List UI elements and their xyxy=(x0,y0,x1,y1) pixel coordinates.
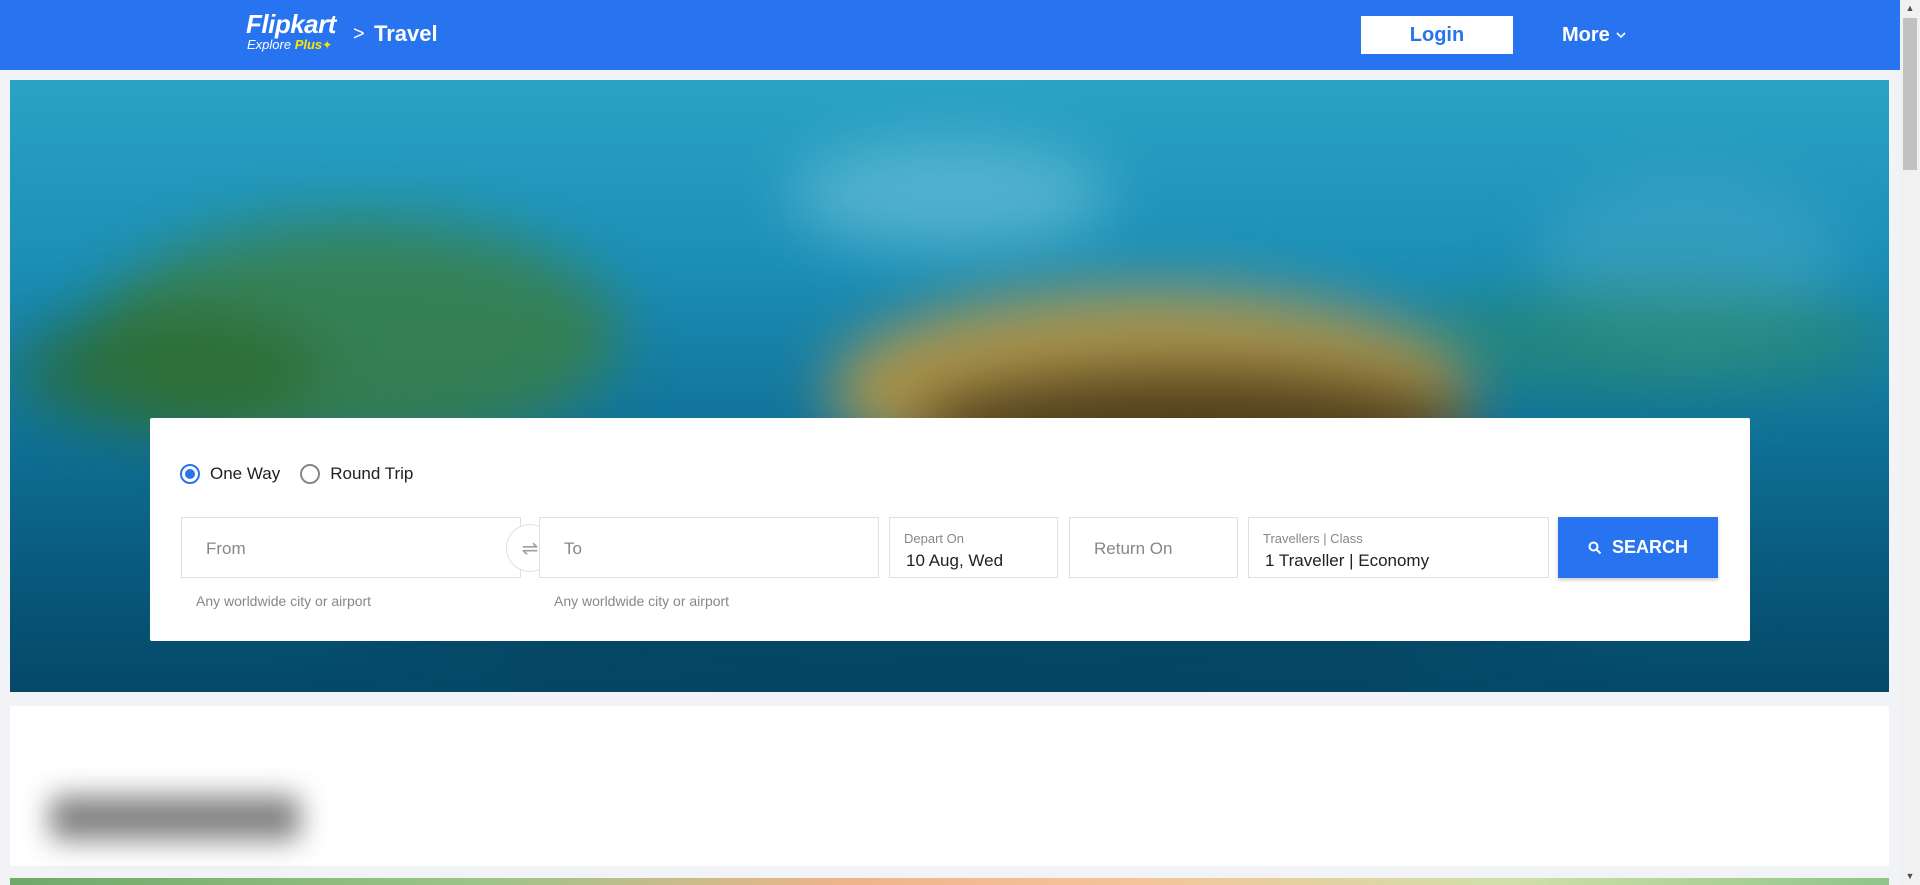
offers-heading-blur xyxy=(50,796,300,840)
travellers-value: 1 Traveller | Economy xyxy=(1265,551,1430,570)
round-trip-radio[interactable] xyxy=(300,464,321,484)
flipkart-logo[interactable]: Flipkart Explore Plus✦ xyxy=(246,10,346,56)
chevron-down-icon xyxy=(1616,31,1626,38)
scroll-down-arrow-icon[interactable]: ▼ xyxy=(1900,868,1920,885)
flight-search-card: One Way Round Trip From ⇌ To Depart On 1… xyxy=(150,418,1750,641)
more-menu[interactable]: More xyxy=(1562,22,1626,48)
search-icon xyxy=(1588,541,1602,554)
to-field[interactable]: To xyxy=(539,517,879,578)
logo-text: Flipkart xyxy=(246,9,336,39)
search-button-label: SEARCH xyxy=(1611,537,1688,557)
round-trip-option[interactable]: Round Trip xyxy=(300,464,413,484)
hero-blur-shore xyxy=(1410,290,1889,390)
to-hint: Any worldwide city or airport xyxy=(554,593,730,609)
plus-star-icon: ✦ xyxy=(322,38,333,52)
from-placeholder: From xyxy=(206,539,246,558)
one-way-option[interactable]: One Way xyxy=(180,464,280,484)
breadcrumb-travel[interactable]: Travel xyxy=(374,21,438,47)
search-button[interactable]: SEARCH xyxy=(1558,517,1718,578)
scroll-up-arrow-icon[interactable]: ▲ xyxy=(1900,0,1920,17)
top-header: Flipkart Explore Plus✦ > Travel Login Mo… xyxy=(0,0,1900,70)
trip-type-selector: One Way Round Trip xyxy=(180,464,413,484)
return-placeholder: Return On xyxy=(1094,539,1173,558)
travellers-label: Travellers | Class xyxy=(1263,531,1363,546)
next-section-banner-edge xyxy=(10,878,1889,885)
travellers-class-field[interactable]: Travellers | Class 1 Traveller | Economy xyxy=(1248,517,1549,578)
round-trip-label: Round Trip xyxy=(330,464,414,483)
hero-blur-sky xyxy=(790,140,1110,250)
offers-section xyxy=(10,706,1889,866)
one-way-radio[interactable] xyxy=(180,464,200,484)
logo-sub-plus: Plus xyxy=(294,37,323,52)
hero-blur-trees xyxy=(20,310,320,430)
logo-sub-explore: Explore xyxy=(247,37,292,52)
page-scrollbar[interactable]: ▲ ▼ xyxy=(1900,0,1920,885)
from-hint: Any worldwide city or airport xyxy=(196,593,372,609)
more-label: More xyxy=(1562,24,1610,46)
depart-label: Depart On xyxy=(904,531,964,546)
depart-date-field[interactable]: Depart On 10 Aug, Wed xyxy=(889,517,1058,578)
from-field[interactable]: From xyxy=(181,517,521,578)
login-button[interactable]: Login xyxy=(1361,16,1513,54)
breadcrumb-chevron-icon: > xyxy=(353,23,365,45)
to-placeholder: To xyxy=(564,539,582,558)
one-way-label: One Way xyxy=(210,464,281,483)
logo-subtitle: Explore Plus✦ xyxy=(247,37,346,53)
depart-value: 10 Aug, Wed xyxy=(906,551,1004,570)
return-date-field[interactable]: Return On xyxy=(1069,517,1238,578)
scroll-thumb[interactable] xyxy=(1903,18,1917,170)
